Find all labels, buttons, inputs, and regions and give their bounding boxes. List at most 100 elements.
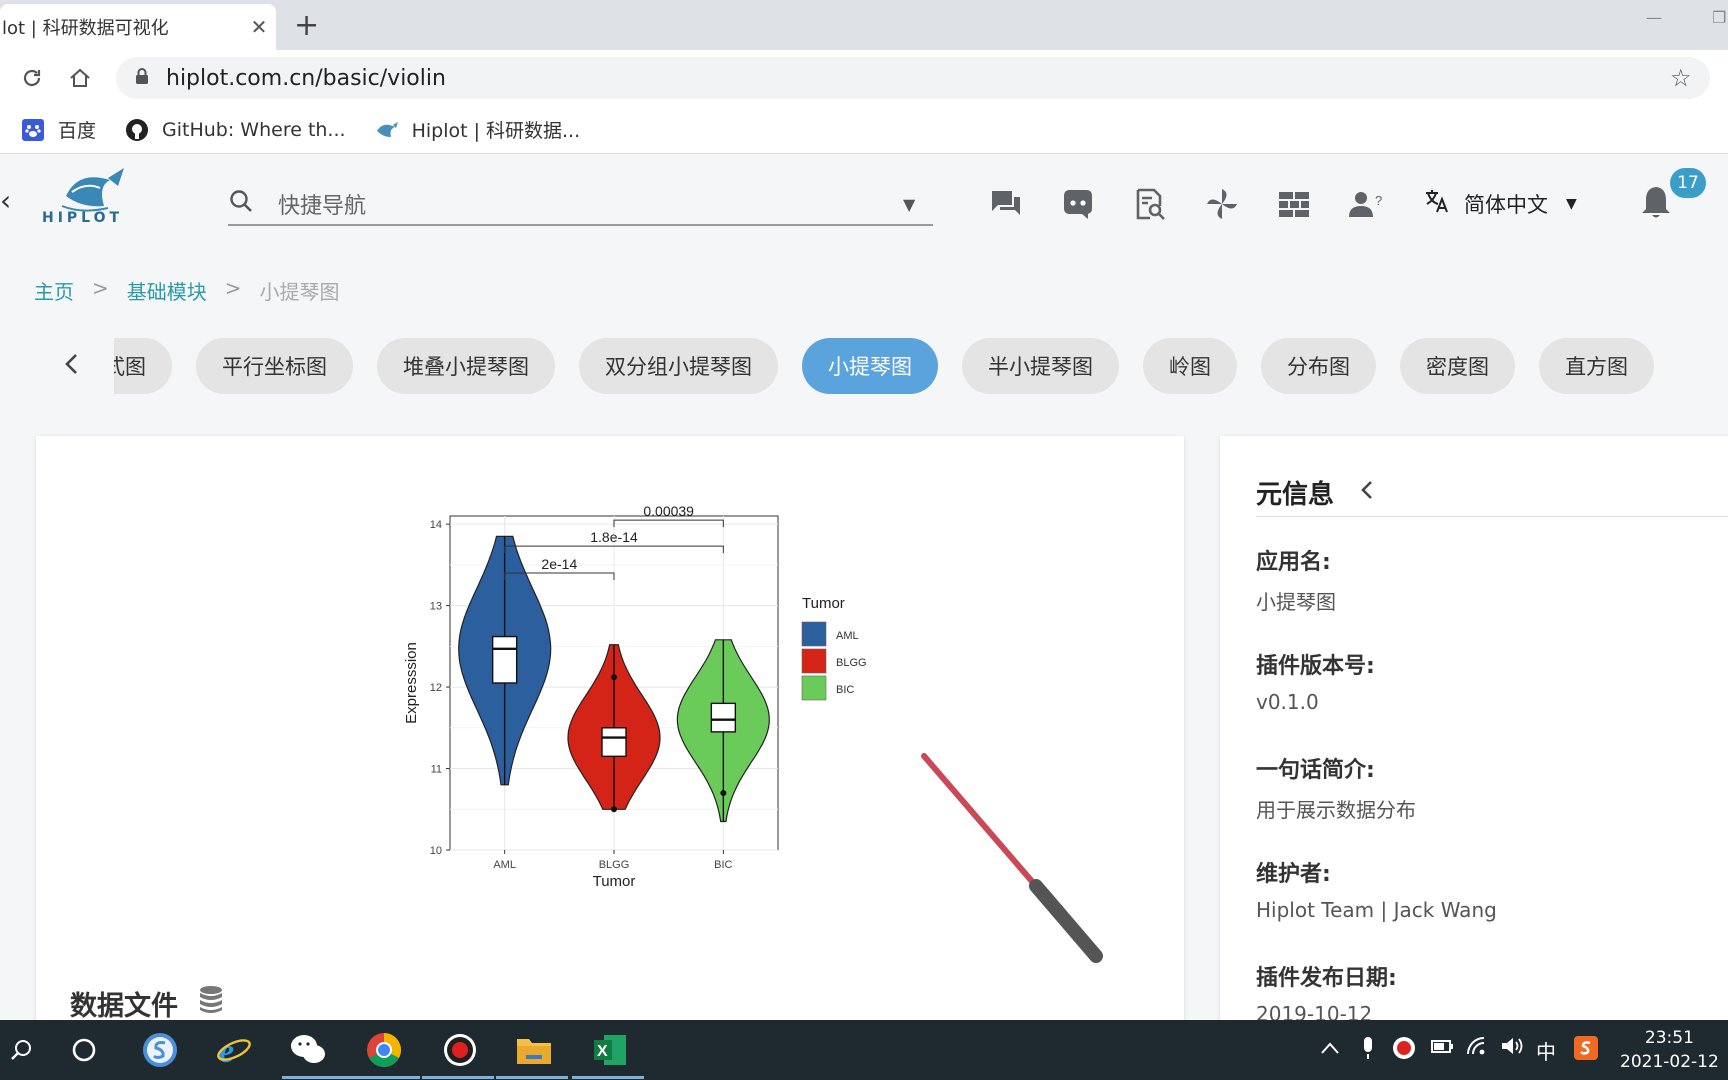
meta-header: 元信息 xyxy=(1256,474,1374,511)
y-axis-label: Expresssion xyxy=(403,642,420,724)
chevron-left-icon[interactable] xyxy=(64,352,80,382)
wechat-icon[interactable] xyxy=(286,1028,330,1072)
clock-time: 23:51 xyxy=(1644,1028,1694,1048)
search-doc-icon[interactable] xyxy=(1130,184,1170,224)
clock-date: 2021-02-12 xyxy=(1620,1052,1719,1072)
breadcrumb-separator: > xyxy=(224,276,242,300)
chip-plugin[interactable]: 小提琴图 xyxy=(802,338,938,394)
quick-nav-search[interactable]: 快捷导航 ▼ xyxy=(228,184,933,226)
excel-icon[interactable]: X xyxy=(588,1028,632,1072)
chip-plugin[interactable]: 平行坐标图 xyxy=(196,338,353,394)
address-bar[interactable]: hiplot.com.cn/basic/violin ☆ xyxy=(116,57,1710,99)
meta-value: v0.1.0 xyxy=(1256,690,1319,714)
meta-key: 维护者: xyxy=(1256,862,1331,887)
x-tick-label: BIC xyxy=(714,859,732,871)
close-tab-icon[interactable]: ✕ xyxy=(242,15,276,39)
user-help-icon[interactable]: ? xyxy=(1346,184,1386,224)
bookmark-label: Hiplot | 科研数据... xyxy=(411,120,581,142)
legend-label: AML xyxy=(836,630,859,642)
bookmark-item[interactable]: Hiplot | 科研数据... xyxy=(374,116,581,143)
home-icon[interactable] xyxy=(64,62,96,94)
legend-swatch xyxy=(801,675,827,701)
search-icon[interactable] xyxy=(0,1028,44,1072)
cortana-icon[interactable] xyxy=(62,1028,106,1072)
p-value-label: 1.8e-14 xyxy=(590,529,638,545)
bookmark-item[interactable]: GitHub: Where th... xyxy=(124,117,346,143)
bookmark-star-icon[interactable]: ☆ xyxy=(1670,64,1710,92)
apps-grid-icon[interactable] xyxy=(1274,184,1314,224)
active-app-indicator xyxy=(572,1076,644,1079)
record-tray-icon[interactable] xyxy=(1392,1036,1416,1065)
meta-value: Hiplot Team | Jack Wang xyxy=(1256,898,1497,922)
chevron-left-icon[interactable]: ‹ xyxy=(0,184,11,217)
tab-title: lot | 科研数据可视化 xyxy=(2,18,169,39)
chip-plugin[interactable]: 分布图 xyxy=(1261,338,1376,394)
p-value-label: 0.00039 xyxy=(643,503,694,519)
browser-tab[interactable]: lot | 科研数据可视化 ✕ xyxy=(0,4,276,50)
chevron-up-icon[interactable] xyxy=(1320,1036,1340,1060)
search-icon xyxy=(228,188,264,221)
sogou-ime-icon[interactable] xyxy=(1574,1036,1598,1065)
chip-plugin[interactable]: 式图 xyxy=(114,338,172,394)
breadcrumb: 主页 > 基础模块 > 小提琴图 xyxy=(34,276,340,305)
file-explorer-icon[interactable] xyxy=(512,1028,556,1072)
bookmark-item[interactable]: 百度 xyxy=(20,116,96,143)
ie-browser-icon[interactable]: e xyxy=(212,1028,256,1072)
y-tick-label: 11 xyxy=(431,764,442,776)
battery-icon[interactable] xyxy=(1428,1036,1454,1061)
active-app-indicator xyxy=(422,1076,494,1079)
active-app-indicator xyxy=(282,1076,354,1079)
restore-icon[interactable]: ❐ xyxy=(1712,8,1726,27)
chrome-icon[interactable] xyxy=(362,1028,406,1072)
outlier-point xyxy=(611,674,617,681)
hiplot-whale-icon xyxy=(374,117,400,143)
microphone-icon[interactable] xyxy=(1360,1036,1376,1065)
new-tab-button[interactable]: + xyxy=(294,8,319,43)
translate-icon xyxy=(1424,188,1450,220)
sogou-browser-icon[interactable] xyxy=(138,1028,182,1072)
legend-label: BLGG xyxy=(836,657,867,669)
reload-icon[interactable] xyxy=(16,62,48,94)
y-tick-label: 10 xyxy=(430,845,442,857)
language-selector[interactable]: 简体中文 ▼ xyxy=(1424,188,1577,220)
y-tick-label: 12 xyxy=(430,682,442,694)
pinwheel-icon[interactable] xyxy=(1202,184,1242,224)
chip-plugin[interactable]: 半小提琴图 xyxy=(962,338,1119,394)
chip-plugin[interactable]: 密度图 xyxy=(1400,338,1515,394)
svg-text:X: X xyxy=(597,1043,608,1060)
app-header: ‹ HIPLOT 快捷导航 ▼ ? 简体中文 ▼ 17 xyxy=(0,154,1728,250)
discord-icon[interactable] xyxy=(1058,184,1098,224)
hiplot-logo[interactable] xyxy=(40,166,140,238)
chip-scroll-area: 式图 平行坐标图 堆叠小提琴图 双分组小提琴图 小提琴图 半小提琴图 岭图 分布… xyxy=(114,338,1698,398)
chevron-down-icon[interactable]: ▼ xyxy=(903,195,933,214)
active-app-indicator xyxy=(496,1076,568,1079)
box-bic xyxy=(710,702,737,733)
browser-tab-bar: lot | 科研数据可视化 ✕ + — ❐ xyxy=(0,0,1728,50)
bell-icon[interactable] xyxy=(1640,184,1674,224)
chip-plugin[interactable]: 堆叠小提琴图 xyxy=(377,338,555,394)
chevron-left-icon[interactable] xyxy=(1360,479,1374,507)
main-card: 10 11 12 13 14 AML BLGG BIC Tumor Expresssion 2e-1… xyxy=(36,436,1184,1036)
minimize-icon[interactable]: — xyxy=(1646,8,1662,27)
ime-indicator[interactable]: 中 xyxy=(1536,1036,1556,1065)
breadcrumb-section[interactable]: 基础模块 xyxy=(127,276,207,305)
chip-plugin[interactable]: 双分组小提琴图 xyxy=(579,338,778,394)
meta-item: 插件发布日期: 2019-10-12 xyxy=(1256,960,1397,1026)
bookmark-label: GitHub: Where th... xyxy=(162,118,346,141)
legend-swatch xyxy=(801,621,827,647)
chip-plugin[interactable]: 直方图 xyxy=(1539,338,1654,394)
chat-icon[interactable] xyxy=(986,184,1026,224)
search-input[interactable]: 快捷导航 xyxy=(264,188,903,220)
screen-recorder-icon[interactable] xyxy=(438,1028,482,1072)
stylus-pointer xyxy=(921,753,1103,963)
breadcrumb-home[interactable]: 主页 xyxy=(34,276,74,305)
meta-key: 应用名: xyxy=(1256,550,1331,575)
box-aml xyxy=(491,635,518,684)
meta-value: 用于展示数据分布 xyxy=(1256,798,1416,822)
volume-icon[interactable] xyxy=(1500,1036,1524,1061)
system-clock[interactable]: 23:51 2021-02-12 xyxy=(1620,1026,1719,1074)
x-tick-label: BLGG xyxy=(599,859,630,871)
chip-plugin[interactable]: 岭图 xyxy=(1143,338,1237,394)
wifi-icon[interactable] xyxy=(1466,1036,1490,1061)
github-icon xyxy=(124,117,150,143)
